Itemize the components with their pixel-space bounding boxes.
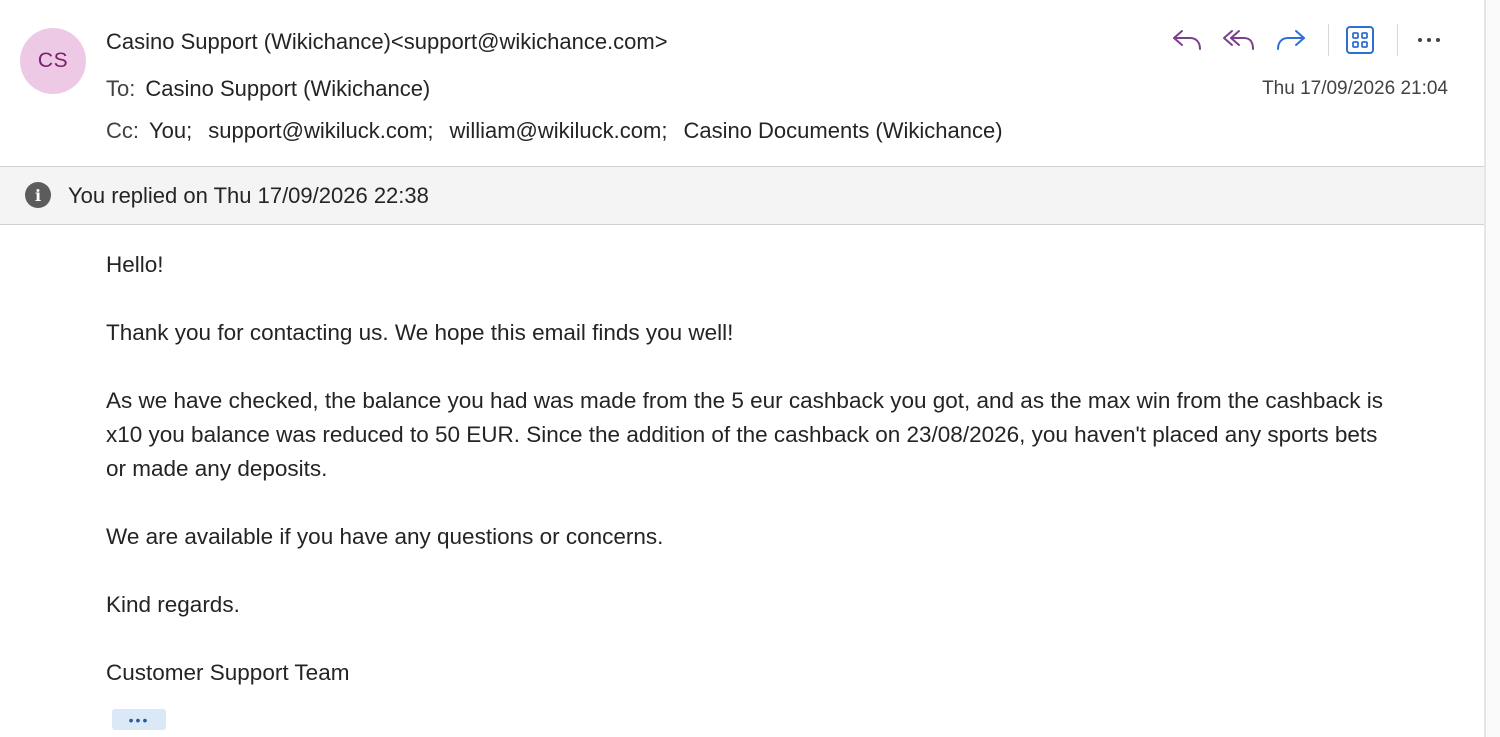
reply-button[interactable] bbox=[1166, 20, 1208, 60]
more-actions-icon bbox=[1418, 38, 1440, 42]
body-paragraph: Thank you for contacting us. We hope thi… bbox=[106, 320, 734, 345]
body-paragraph: As we have checked, the balance you had … bbox=[106, 388, 1383, 481]
reply-status-text: You replied on Thu 17/09/2026 22:38 bbox=[68, 183, 429, 208]
sender-name[interactable]: Casino Support (Wikichance)<support@wiki… bbox=[106, 28, 668, 56]
avatar[interactable]: CS bbox=[20, 28, 86, 94]
more-actions-button[interactable] bbox=[1408, 20, 1450, 60]
toolbar-separator bbox=[1397, 24, 1398, 56]
body-closing: Kind regards. bbox=[106, 592, 240, 617]
scrollbar-track[interactable] bbox=[1486, 0, 1500, 737]
to-label: To: bbox=[106, 76, 136, 101]
message-toolbar bbox=[1166, 20, 1460, 60]
cc-recipient[interactable]: william@wikiluck.com; bbox=[450, 117, 668, 145]
to-line: To: Casino Support (Wikichance) bbox=[106, 75, 430, 103]
cc-label: Cc: bbox=[106, 118, 139, 143]
reply-icon bbox=[1173, 30, 1201, 50]
forward-icon bbox=[1277, 30, 1305, 50]
apps-icon bbox=[1346, 26, 1374, 54]
info-icon: i bbox=[25, 182, 51, 208]
cc-line: Cc: You; support@wikiluck.com; william@w… bbox=[106, 117, 1019, 145]
toolbar-separator bbox=[1328, 24, 1329, 56]
body-paragraph: We are available if you have any questio… bbox=[106, 524, 664, 549]
email-reading-pane: CS Casino Support (Wikichance)<support@w… bbox=[0, 0, 1500, 737]
message-body: Hello! Thank you for contacting us. We h… bbox=[106, 248, 1396, 690]
cc-recipient[interactable]: You; bbox=[149, 117, 192, 145]
body-signature: Customer Support Team bbox=[106, 660, 350, 685]
reply-all-icon bbox=[1223, 30, 1254, 50]
to-recipient[interactable]: Casino Support (Wikichance) bbox=[145, 76, 430, 101]
reply-all-button[interactable] bbox=[1218, 20, 1260, 60]
show-trimmed-content-button[interactable]: ••• bbox=[112, 709, 166, 730]
apps-button[interactable] bbox=[1339, 20, 1381, 60]
forward-button[interactable] bbox=[1270, 20, 1312, 60]
message-timestamp: Thu 17/09/2026 21:04 bbox=[1262, 78, 1448, 99]
info-bar: i You replied on Thu 17/09/2026 22:38 bbox=[0, 167, 1484, 225]
cc-recipient[interactable]: Casino Documents (Wikichance) bbox=[683, 117, 1002, 145]
body-greeting: Hello! bbox=[106, 252, 164, 277]
cc-recipient[interactable]: support@wikiluck.com; bbox=[208, 117, 433, 145]
